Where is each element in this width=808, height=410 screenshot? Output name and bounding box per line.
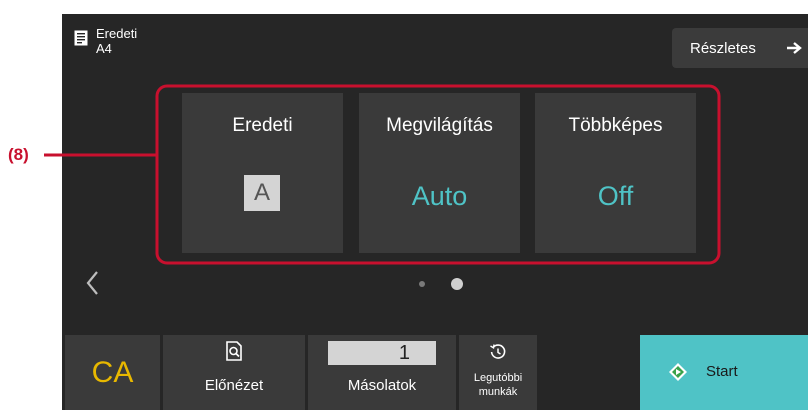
clear-all-button[interactable]: CA <box>65 335 160 410</box>
copies-button[interactable]: 1 Másolatok <box>308 335 456 410</box>
tile-original-title: Eredeti <box>232 115 293 136</box>
details-button[interactable]: Részletes <box>672 28 808 68</box>
document-icon <box>74 30 88 46</box>
page-dot-2-active[interactable] <box>451 278 463 290</box>
recent-jobs-label-line1: Legutóbbi <box>473 372 523 384</box>
original-label: Eredeti <box>96 26 138 41</box>
tile-multi-image-title: Többképes <box>568 115 663 136</box>
tile-original[interactable]: Eredeti A <box>182 93 343 253</box>
details-button-label: Részletes <box>690 39 756 57</box>
original-size: A4 <box>96 41 112 56</box>
recent-jobs-label: Legutóbbi munkák <box>459 371 537 399</box>
original-size-icon: A <box>244 175 280 211</box>
chevron-left-icon[interactable] <box>84 269 100 297</box>
recent-jobs-label-line2: munkák <box>478 386 518 398</box>
copies-count-field[interactable]: 1 <box>328 341 436 365</box>
tile-multi-image-value: Off <box>597 181 634 211</box>
clear-all-label: CA <box>91 355 134 389</box>
preview-magnifier-icon <box>226 341 242 361</box>
preview-label: Előnézet <box>204 377 264 394</box>
start-button[interactable]: Start <box>640 335 808 410</box>
copies-label: Másolatok <box>347 377 417 394</box>
start-label: Start <box>706 363 738 380</box>
start-diamond-icon <box>669 363 687 381</box>
recent-jobs-button[interactable]: Legutóbbi munkák <box>459 335 537 410</box>
tile-exposure-value: Auto <box>411 181 468 211</box>
tile-exposure[interactable]: Megvilágítás Auto <box>359 93 520 253</box>
arrow-right-icon <box>787 42 802 54</box>
tile-multi-image[interactable]: Többképes Off <box>535 93 696 253</box>
original-indicator: Eredeti A4 <box>70 24 170 64</box>
tile-exposure-title: Megvilágítás <box>386 115 493 136</box>
bottom-bar: CA Előnézet 1 Másolatok Legutóbbi munkák <box>62 335 808 410</box>
history-icon <box>490 344 506 359</box>
preview-button[interactable]: Előnézet <box>163 335 305 410</box>
page-dot-1[interactable] <box>419 281 425 287</box>
callout-label: (8) <box>8 145 29 164</box>
copy-screen: Eredeti A4 Részletes Eredeti A Megvilágí… <box>62 14 808 410</box>
